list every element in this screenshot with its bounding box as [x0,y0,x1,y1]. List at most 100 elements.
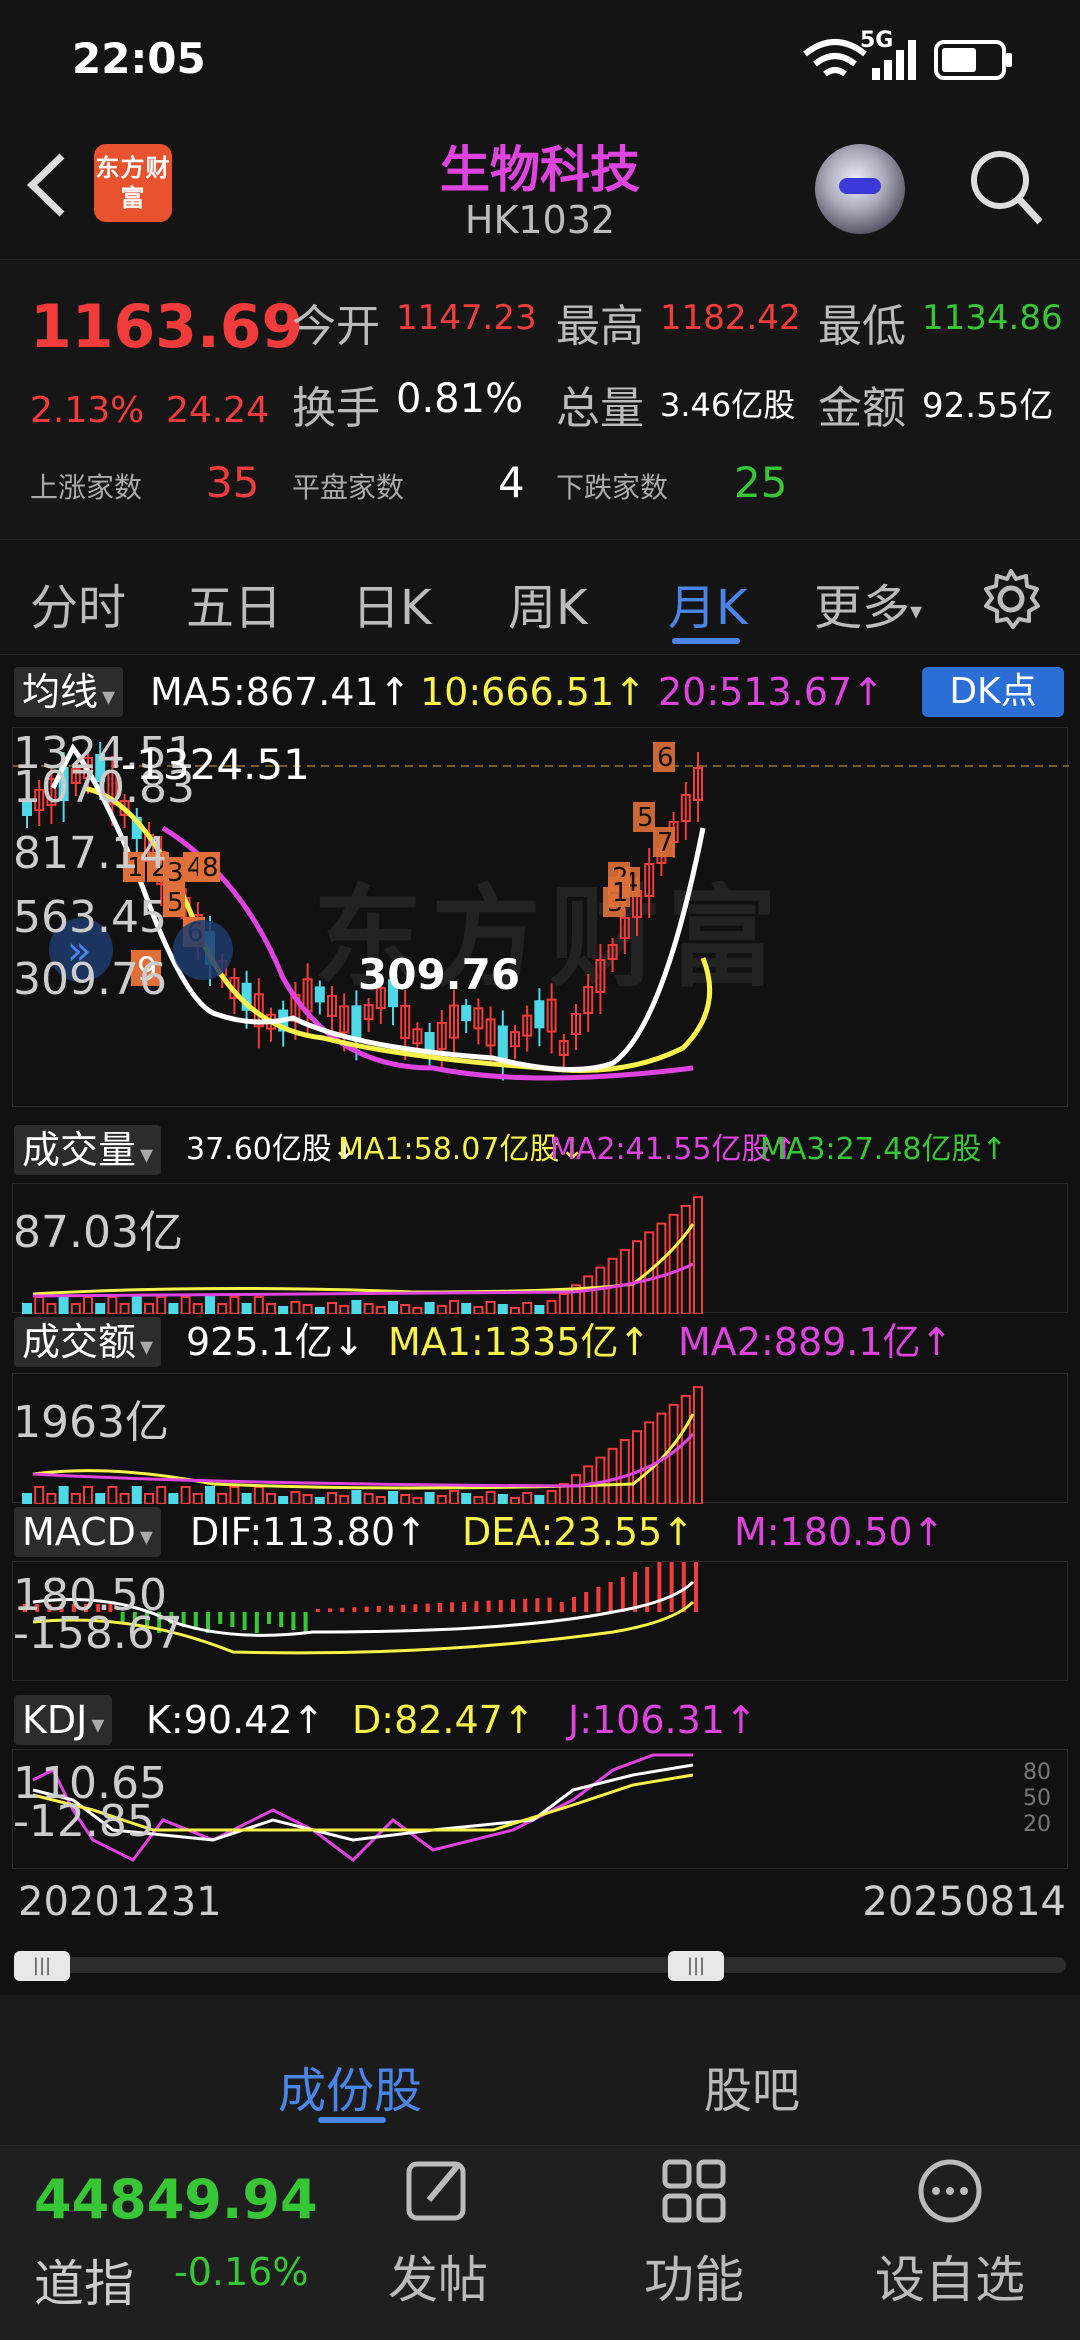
amount-selector[interactable]: 成交额 [14,1317,162,1367]
tab-daily-k[interactable]: 日K [352,568,431,638]
bar [400,1494,411,1504]
bar [131,1486,142,1504]
bar [693,1386,703,1504]
macd-bar [242,1612,247,1630]
footer-index-change[interactable]: -0.16% [174,2250,308,2294]
grid-icon [662,2159,726,2223]
bar [290,1491,301,1504]
low-marker: 309.76 [358,950,521,999]
macd-bar [340,1607,345,1612]
bar [644,1421,655,1504]
amount-panel: 1963亿 [12,1373,1068,1504]
macd-bar [364,1606,369,1612]
high-marker: -1324.51 [121,740,310,789]
bar [522,1302,533,1314]
macd-bar [389,1605,393,1612]
tab-five-day[interactable]: 五日 [186,568,282,638]
kdj-j: J:106.31↑ [568,1698,757,1742]
bar [314,1497,325,1504]
add-watchlist-button[interactable]: 设自选 [870,2156,1030,2312]
high-value: 1182.42 [660,298,801,338]
amount-axis: 1963亿 [13,1397,169,1448]
search-icon[interactable] [966,146,1046,230]
macd-panel: 180.50 -158.67 [12,1561,1068,1681]
bar [571,1474,581,1504]
low-label: 最低 [818,301,906,352]
range-slider-right-handle[interactable]: ||| [668,1951,724,1981]
bar [22,1303,32,1314]
dk-point-button[interactable]: DK点 [922,667,1064,717]
ma10-legend: 10:666.51↑ [420,670,646,714]
kline-chart-area[interactable]: 均线 MA5:867.41↑ 10:666.51↑ 20:513.67↑ DK点… [0,655,1080,1995]
macd-bar [620,1577,625,1612]
bar [205,1296,215,1314]
bar [46,1493,57,1504]
macd-bar [376,1606,381,1612]
range-slider-left-handle[interactable]: ||| [14,1951,70,1981]
macd-selector[interactable]: MACD [14,1507,161,1557]
sequence-label: 6 [657,743,674,773]
kline-panel: 东方财富 123456865473219 » 1324.51 1070.83 8… [12,727,1069,1107]
bottom-tabs: 成份股 股吧 名称 最新 涨幅 涨跌 [0,1995,1080,2183]
tab-constituents[interactable]: 成份股 [278,2051,422,2121]
robot-assistant-icon[interactable] [815,144,905,234]
macd-bar [657,1562,662,1612]
bar [339,1305,350,1314]
date-start: 20201231 [18,1879,222,1925]
footer-index-value[interactable]: 44849.94 [34,2168,318,2231]
volume-panel: 87.03亿 [12,1183,1068,1314]
amount-label: 金额 [818,383,906,434]
bar [266,1493,276,1504]
tab-more[interactable]: 更多▾ [814,568,922,638]
bar [680,1395,691,1504]
ma-selector[interactable]: 均线 [14,667,124,717]
macd-bar [401,1604,406,1612]
settings-gear-icon[interactable] [980,568,1042,630]
bar [595,1266,606,1314]
tab-intraday[interactable]: 分时 [30,568,126,638]
candle [351,1005,362,1040]
kdj-svg [32,1753,694,1862]
battery-icon [934,40,1012,80]
bar [656,1222,667,1314]
candle [461,1005,472,1022]
volume-ma3: MA3:27.48亿股↑ [760,1132,1007,1167]
status-bar: 22:05 5G [0,0,1080,120]
bar [558,1293,569,1314]
volume-selector[interactable]: 成交量 [14,1125,162,1175]
bar [314,1307,325,1314]
function-button[interactable]: 功能 [614,2156,774,2312]
range-slider-track[interactable] [14,1957,1066,1973]
open-value: 1147.23 [396,298,537,338]
bar [290,1301,301,1314]
ma20-legend: 20:513.67↑ [658,670,884,714]
tab-forum[interactable]: 股吧 [704,2051,800,2121]
macd-bar [535,1598,540,1612]
bar [375,1306,386,1314]
bar [253,1486,264,1504]
bar [58,1486,69,1504]
bar [58,1296,69,1314]
bar [156,1486,167,1504]
footer-index-name[interactable]: 道指 [34,2244,134,2316]
bar [351,1490,362,1504]
macd-axis-bottom: -158.67 [13,1608,183,1659]
bar [388,1301,398,1314]
macd-bar [694,1562,698,1612]
bar [619,1249,630,1314]
bar [327,1302,337,1314]
tab-weekly-k[interactable]: 周K [508,568,587,638]
kdj-panel: 110.65 -12.85 80 50 20 [12,1749,1068,1869]
post-button[interactable]: 发帖 [358,2156,518,2312]
high-label: 最高 [556,301,644,352]
bar [510,1307,520,1314]
tab-monthly-k[interactable]: 月K [668,568,747,638]
kdj-selector[interactable]: KDJ [14,1695,113,1745]
kdj-levels: 80 50 20 [1023,1760,1051,1837]
change-value: 24.24 [166,390,270,431]
bar [241,1493,252,1504]
kdj-k: K:90.42↑ [146,1698,325,1742]
bar [485,1301,496,1314]
bar [302,1304,313,1314]
bar [266,1303,276,1314]
